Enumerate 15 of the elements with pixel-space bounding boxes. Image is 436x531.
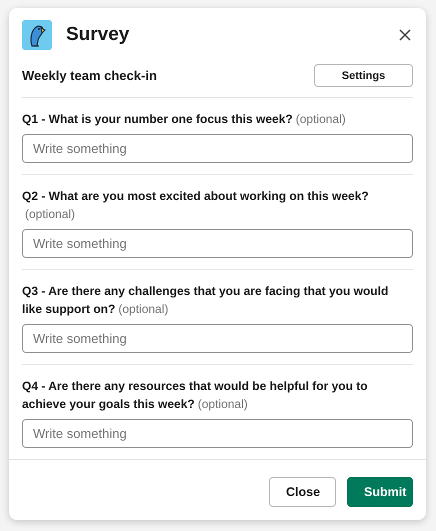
answer-field[interactable]: Write something bbox=[22, 134, 413, 163]
dialog-title: Survey bbox=[66, 24, 130, 46]
survey-name: Weekly team check-in bbox=[22, 68, 157, 83]
answer-field[interactable]: Write something bbox=[22, 324, 413, 353]
close-button[interactable]: Close bbox=[269, 477, 336, 507]
settings-button[interactable]: Settings bbox=[314, 64, 413, 87]
submit-button[interactable]: Submit bbox=[347, 477, 413, 507]
question-label: Q4 - Are there any resources that would be helpful for you to achieve your goals this week? (optional) bbox=[22, 378, 369, 413]
question-label: Q1 - What is your number one focus this week? (optional) bbox=[22, 111, 347, 128]
parrot-icon bbox=[22, 20, 52, 50]
question-label: Q3 - Are there any challenges that you are facing that you would like support on? (optional) bbox=[22, 283, 390, 318]
answer-field[interactable]: Write something bbox=[22, 229, 413, 258]
answer-field[interactable]: Write something bbox=[22, 419, 413, 448]
close-icon[interactable] bbox=[397, 27, 413, 43]
question-label: Q2 - What are you most excited about working on this week? (optional) bbox=[22, 188, 370, 223]
